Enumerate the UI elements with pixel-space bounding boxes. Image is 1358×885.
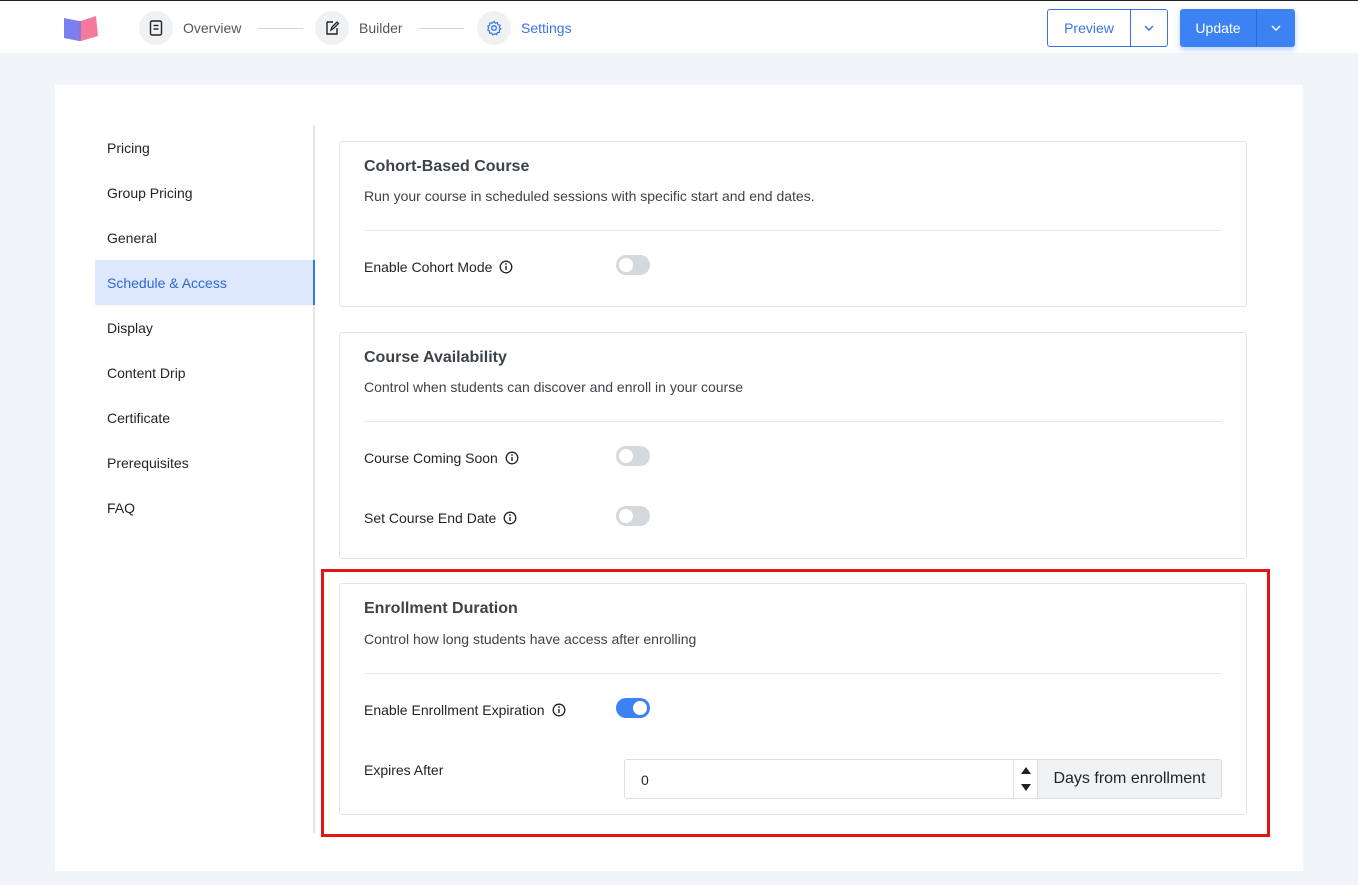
step-settings-circle — [477, 11, 511, 45]
coming-soon-row: Course Coming Soon — [364, 450, 519, 466]
enable-cohort-toggle[interactable] — [616, 255, 650, 275]
sidebar-item-certificate[interactable]: Certificate — [95, 395, 313, 440]
annotation-highlight-box — [321, 569, 1270, 837]
enable-cohort-label: Enable Cohort Mode — [364, 259, 493, 275]
step-overview-circle — [139, 11, 173, 45]
enable-cohort-row: Enable Cohort Mode — [364, 259, 513, 275]
info-icon[interactable] — [499, 260, 513, 274]
update-button-group: Update — [1180, 9, 1295, 47]
cohort-description: Run your course in scheduled sessions wi… — [364, 188, 815, 204]
step-connector — [419, 28, 464, 29]
step-overview[interactable]: Overview — [139, 11, 241, 45]
coming-soon-label: Course Coming Soon — [364, 450, 498, 466]
divider — [364, 421, 1222, 422]
sidebar-item-group-pricing[interactable]: Group Pricing — [95, 170, 313, 215]
sidebar-item-general[interactable]: General — [95, 215, 313, 260]
sidebar-item-display[interactable]: Display — [95, 305, 313, 350]
end-date-label: Set Course End Date — [364, 510, 497, 526]
preview-button[interactable]: Preview — [1048, 10, 1131, 46]
step-settings[interactable]: Settings — [477, 11, 572, 45]
divider — [364, 230, 1222, 231]
chevron-down-icon — [1271, 25, 1281, 31]
preview-dropdown-button[interactable] — [1131, 10, 1167, 46]
cohort-title: Cohort-Based Course — [364, 158, 530, 175]
update-dropdown-button[interactable] — [1257, 9, 1295, 47]
gear-icon — [486, 20, 502, 36]
document-icon — [149, 20, 163, 36]
sidebar-item-faq[interactable]: FAQ — [95, 485, 313, 530]
availability-title: Course Availability — [364, 349, 507, 366]
cohort-card: Cohort-Based Course Run your course in s… — [339, 141, 1247, 307]
availability-card: Course Availability Control when student… — [339, 332, 1247, 559]
step-settings-label: Settings — [521, 20, 572, 36]
toggle-knob — [619, 449, 633, 463]
info-icon[interactable] — [505, 451, 519, 465]
app-logo-icon[interactable] — [62, 14, 100, 42]
sidebar-item-pricing[interactable]: Pricing — [95, 125, 313, 170]
update-button[interactable]: Update — [1180, 9, 1257, 47]
end-date-row: Set Course End Date — [364, 510, 517, 526]
chevron-down-icon — [1144, 25, 1154, 31]
sidebar-item-schedule-access[interactable]: Schedule & Access — [95, 260, 315, 305]
step-builder-circle — [315, 11, 349, 45]
step-overview-label: Overview — [183, 20, 242, 36]
step-connector — [258, 28, 303, 29]
edit-icon — [326, 21, 340, 35]
top-bar: Overview Builder Settings Preview Update — [0, 0, 1358, 53]
coming-soon-toggle[interactable] — [616, 446, 650, 466]
end-date-toggle[interactable] — [616, 506, 650, 526]
sidebar-item-prerequisites[interactable]: Prerequisites — [95, 440, 313, 485]
step-builder-label: Builder — [359, 20, 403, 36]
toggle-knob — [619, 258, 633, 272]
preview-button-group: Preview — [1047, 9, 1168, 47]
info-icon[interactable] — [503, 511, 517, 525]
sidebar-item-content-drip[interactable]: Content Drip — [95, 350, 313, 395]
step-builder[interactable]: Builder — [315, 11, 403, 45]
settings-sidebar: Pricing Group Pricing General Schedule &… — [95, 125, 315, 833]
availability-description: Control when students can discover and e… — [364, 379, 743, 395]
toggle-knob — [619, 509, 633, 523]
